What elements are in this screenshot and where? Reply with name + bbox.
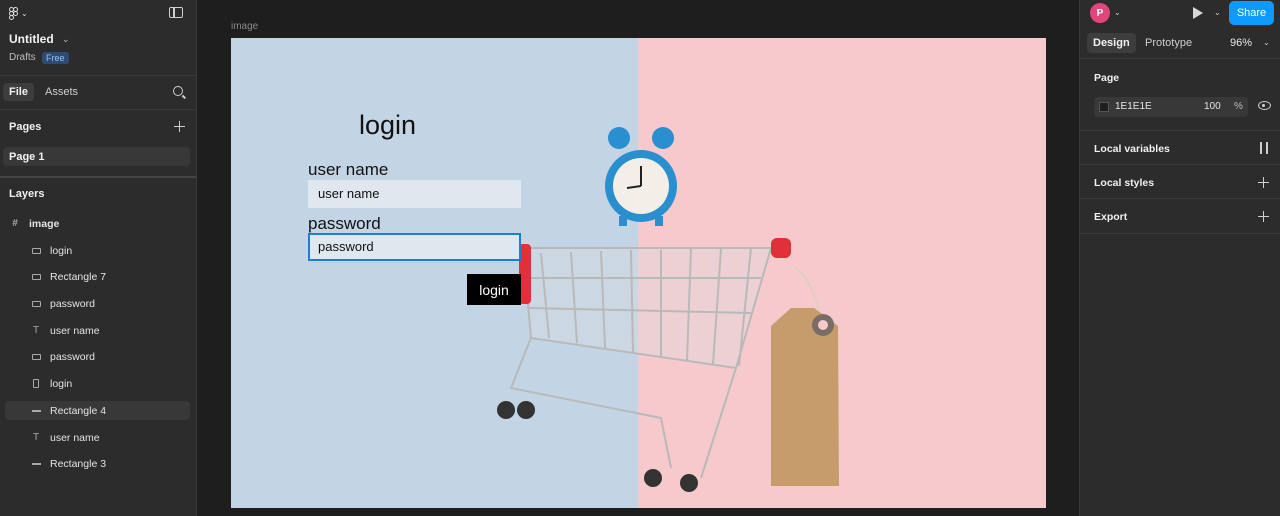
tab-prototype[interactable]: Prototype: [1145, 37, 1192, 49]
layer-label: login: [50, 377, 73, 390]
color-hex-value[interactable]: 1E1E1E: [1115, 101, 1152, 112]
artboard-image[interactable]: login user name user name password passw…: [231, 38, 1046, 508]
layer-item-rectangle-3[interactable]: Rectangle 3: [5, 454, 190, 473]
add-export-plus-icon[interactable]: [1258, 211, 1269, 222]
file-title[interactable]: Untitled: [9, 32, 54, 46]
line-icon: [30, 409, 42, 412]
figma-menu[interactable]: ⌄: [9, 6, 33, 20]
layer-label: Rectangle 4: [50, 404, 107, 417]
text-icon: T: [32, 432, 40, 443]
layer-item-login[interactable]: login: [5, 374, 190, 393]
tab-file[interactable]: File: [3, 83, 34, 101]
chevron-down-icon: ⌄: [21, 8, 28, 18]
layers-panel: ⌄ Untitled ⌄ Drafts Free File Assets Pag…: [0, 0, 197, 516]
layer-label: user name: [50, 431, 100, 444]
layer-label: login: [50, 244, 73, 257]
rectangle-icon: [30, 300, 42, 307]
chevron-down-icon[interactable]: ⌄: [1214, 8, 1221, 17]
frame-label[interactable]: image: [231, 21, 258, 32]
divider: [1080, 233, 1280, 234]
opacity-value[interactable]: 100: [1204, 101, 1221, 112]
chevron-down-icon[interactable]: ⌄: [1263, 38, 1270, 47]
layer-label: password: [50, 350, 95, 363]
layer-label: password: [50, 297, 95, 310]
chevron-down-icon[interactable]: ⌄: [1114, 8, 1121, 17]
layer-item-rectangle-7[interactable]: Rectangle 7: [5, 267, 190, 286]
layer-label: Rectangle 7: [50, 270, 107, 283]
search-icon[interactable]: [173, 86, 183, 96]
page-background-color[interactable]: 1E1E1E 100 %: [1094, 97, 1248, 117]
alarm-clock-icon: [605, 127, 677, 226]
opacity-unit: %: [1234, 101, 1243, 112]
chevron-down-icon[interactable]: ⌄: [62, 34, 70, 45]
layer-item-user-name[interactable]: T user name: [5, 321, 190, 340]
rectangle-icon: [30, 247, 42, 254]
avatar[interactable]: P: [1090, 3, 1110, 23]
sidebar-toggle-icon[interactable]: [169, 7, 183, 18]
frame-icon: #: [12, 218, 18, 229]
divider: [1080, 198, 1280, 199]
layer-item-login[interactable]: login: [5, 241, 190, 260]
password-label[interactable]: password: [308, 214, 381, 234]
divider: [1080, 130, 1280, 131]
figma-logo-icon: [9, 6, 18, 20]
add-page-plus-icon[interactable]: [174, 121, 185, 132]
login-heading[interactable]: login: [359, 110, 416, 141]
divider: [0, 176, 196, 178]
rectangle-icon: [30, 273, 42, 280]
layer-item-rectangle-4[interactable]: Rectangle 4: [5, 401, 190, 420]
product-photo: [497, 127, 839, 492]
shopping-cart-icon: [509, 247, 791, 479]
properties-panel: P ⌄ ⌄ Share Design Prototype 96% ⌄ Page …: [1079, 0, 1280, 516]
login-button[interactable]: login: [467, 274, 521, 305]
layer-item-image[interactable]: # image: [5, 214, 190, 233]
tab-design[interactable]: Design: [1087, 33, 1136, 53]
local-variables-heading[interactable]: Local variables: [1094, 143, 1170, 155]
divider: [0, 109, 196, 110]
add-style-plus-icon[interactable]: [1258, 177, 1269, 188]
file-location[interactable]: Drafts: [9, 52, 36, 63]
divider: [0, 75, 196, 76]
eye-icon[interactable]: [1258, 101, 1271, 110]
page-heading: Page: [1094, 72, 1120, 84]
layers-heading: Layers: [9, 188, 45, 200]
left-topbar: ⌄: [0, 0, 196, 26]
layer-item-user-name[interactable]: T user name: [5, 428, 190, 447]
text-icon: T: [32, 325, 40, 336]
divider: [1080, 164, 1280, 165]
cart-wheel: [644, 469, 662, 487]
layer-item-password[interactable]: password: [5, 347, 190, 366]
layer-item-password[interactable]: password: [5, 294, 190, 313]
username-label[interactable]: user name: [308, 160, 388, 180]
zoom-level[interactable]: 96%: [1230, 37, 1252, 49]
cart-wheel: [517, 401, 535, 419]
color-swatch[interactable]: [1099, 102, 1109, 112]
divider: [1080, 58, 1280, 59]
cart-wheel: [497, 401, 515, 419]
tall-rectangle-icon: [30, 379, 42, 388]
line-icon: [30, 462, 42, 465]
plan-badge: Free: [42, 52, 69, 64]
cart-handle: [771, 238, 791, 258]
rectangle-icon: [30, 353, 42, 360]
export-heading[interactable]: Export: [1094, 211, 1127, 223]
tab-assets[interactable]: Assets: [45, 86, 78, 98]
pages-heading: Pages: [9, 121, 42, 133]
present-play-icon[interactable]: [1193, 7, 1203, 19]
layer-label: user name: [50, 324, 100, 337]
cart-wheel: [680, 474, 698, 492]
page-item-page-1[interactable]: Page 1: [3, 147, 190, 166]
layer-label: image: [29, 217, 60, 230]
username-field[interactable]: user name: [308, 180, 521, 208]
password-field[interactable]: password: [308, 233, 521, 261]
share-button[interactable]: Share: [1229, 1, 1274, 25]
variables-sliders-icon[interactable]: [1258, 142, 1270, 154]
price-tag-icon: [771, 267, 839, 486]
local-styles-heading[interactable]: Local styles: [1094, 177, 1154, 189]
layer-label: Rectangle 3: [50, 457, 107, 470]
